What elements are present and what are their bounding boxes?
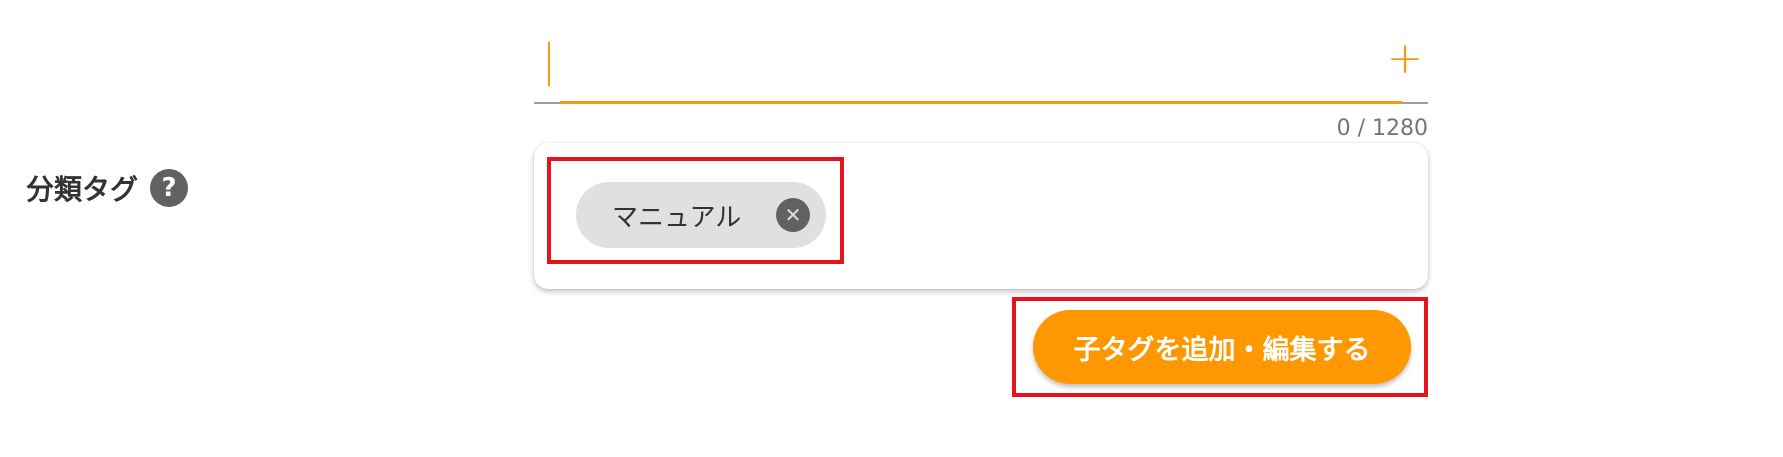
tag-input-wrapper (534, 30, 1428, 104)
highlight-box-chip (547, 157, 844, 264)
category-tag-label: 分類タグ (26, 173, 139, 206)
highlight-box-button (1012, 297, 1428, 397)
add-tag-icon[interactable]: + (1386, 37, 1424, 81)
text-caret (548, 42, 550, 86)
character-counter: 0 / 1280 (1336, 116, 1428, 141)
help-icon[interactable]: ? (150, 169, 189, 207)
category-tag-label-group: 分類タグ ? (26, 168, 189, 208)
tag-input[interactable] (534, 36, 1382, 90)
